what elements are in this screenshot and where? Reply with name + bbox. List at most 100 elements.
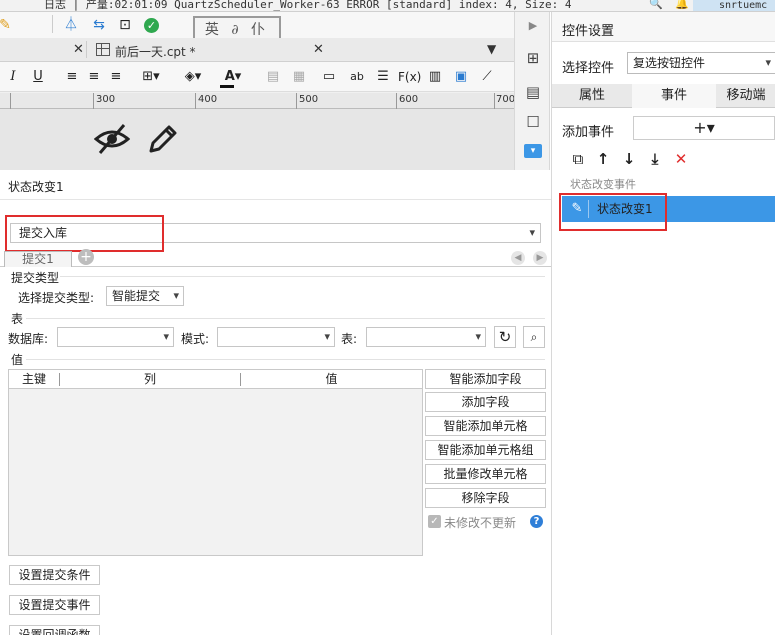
refresh-button[interactable]: ↻ [494,326,516,348]
event-panel-icon[interactable]: ▾ [524,144,542,158]
bell-icon[interactable]: 🔔 [675,0,689,10]
tab-mobile[interactable]: 移动端 [716,84,775,108]
align-left-icon[interactable]: ≡ [64,69,80,85]
tab-properties[interactable]: 属性 [552,84,632,108]
border-icon[interactable]: ⊞▾ [140,69,162,85]
delete-icon[interactable]: ✕ [671,149,691,169]
divider [26,359,545,360]
set-submit-condition-button[interactable]: 设置提交条件 [9,565,100,585]
editor-area: ✎ ⏃ ⇆ ⊡ ✓ 英 ∂ 仆 ✕ 前后一天.cpt * ✕ ▼ I U ≡ ≡… [0,12,516,170]
tab-submit-1[interactable]: 提交1 [4,251,72,267]
add-field-button[interactable]: 添加字段 [425,392,546,412]
tab-file-name[interactable]: 前后一天.cpt * [115,43,196,60]
ruler-tick [296,93,297,109]
smart-add-cell-group-button[interactable]: 智能添加单元格组 [425,440,546,460]
chevron-down-icon: ▾ [163,330,169,343]
slash-icon[interactable]: ⟋ [478,69,496,85]
help-icon[interactable]: ? [530,515,543,528]
copy-icon[interactable]: ⧉ [568,149,588,169]
mode-select[interactable]: ▾ [217,327,335,347]
swap-icon[interactable]: ⇆ [90,16,108,34]
smart-add-cell-button[interactable]: 智能添加单元格 [425,416,546,436]
widget-preview-area [0,109,514,170]
tab-menu-icon[interactable]: ▼ [487,42,496,56]
value-heading: 值 [11,353,24,367]
move-bottom-icon[interactable]: ⤓ [645,149,665,169]
breadcrumb: 状态改变1 [0,170,551,200]
italic-icon[interactable]: I [6,69,20,85]
add-tab-icon[interactable]: + [78,249,94,265]
formula-icon[interactable]: F(x) [398,69,421,85]
layout-icon[interactable]: ⊞ [523,48,543,68]
scroll-right-icon[interactable]: ▶ [533,251,547,265]
ruler-number: 600 [399,94,419,105]
side-toolbar: ▶ ⊞ ▤ ☐ ▾ [514,12,550,170]
table-label: 表: [341,332,358,346]
ruler-tick [494,93,495,109]
rich-text-icon[interactable]: ☰ [374,69,392,85]
submit-type-select[interactable]: 智能提交 ▾ [106,286,184,306]
table-header: 主键 列 值 [9,370,422,389]
chevron-down-icon: ▾ [765,56,771,69]
event-actions: ⧉ ↑ ↓ ⤓ ✕ [552,146,775,172]
image-icon[interactable]: ▣ [452,69,470,85]
underline-icon[interactable]: U [30,69,46,85]
check-icon[interactable]: ✓ [144,18,159,33]
submit-tabs: 提交1 + ◀ ▶ [0,249,551,267]
move-down-icon[interactable]: ↓ [619,149,639,169]
tab-events[interactable]: 事件 [632,84,716,108]
move-up-icon[interactable]: ↑ [593,149,613,169]
pencil-icon[interactable] [147,123,177,155]
chevron-down-icon: ▾ [324,330,330,343]
insert-row-icon[interactable]: ▤ [264,69,282,85]
highlight-box-event [559,193,667,231]
search-icon[interactable]: 🔍 [649,0,663,10]
remove-field-button[interactable]: 移除字段 [425,488,546,508]
file-tabs: ✕ 前后一天.cpt * ✕ ▼ [0,38,514,62]
username[interactable]: snrtuemc [693,0,775,11]
align-right-icon[interactable]: ≡ [108,69,124,85]
submit-type-label: 选择提交类型: [18,291,95,305]
database-select[interactable]: ▾ [57,327,174,347]
ruler-tick [396,93,397,109]
set-callback-button[interactable]: 设置回调函数 [9,625,100,635]
widget-info-icon[interactable]: ▤ [523,82,543,102]
unchanged-label: 未修改不更新 [444,516,517,530]
batch-edit-cell-button[interactable]: 批量修改单元格 [425,464,546,484]
submit-type-heading: 提交类型 [11,271,60,285]
close-icon[interactable]: ✕ [313,42,324,57]
add-event-label: 添加事件 [562,125,615,140]
column-header-column[interactable]: 列 [60,370,240,389]
collapse-arrow-icon[interactable]: ▶ [523,16,543,36]
scroll-left-icon[interactable]: ◀ [511,251,525,265]
preview-icon[interactable]: ⊡ [116,16,134,34]
font-color-icon[interactable]: A▾ [218,69,248,85]
text-cell-icon[interactable]: ▭ [320,69,338,85]
chevron-down-icon: ▾ [173,289,179,302]
smart-add-field-button[interactable]: 智能添加字段 [425,369,546,389]
frame-icon[interactable]: ☐ [523,112,543,132]
close-icon[interactable]: ✕ [73,42,84,57]
ab-text-icon[interactable]: ab [348,69,366,85]
table-select[interactable]: ▾ [366,327,486,347]
preview-table-button[interactable]: ⌕ [523,326,545,348]
table-heading: 表 [11,312,24,326]
ruler-number: 700 [496,94,516,105]
align-center-icon[interactable]: ≡ [86,69,102,85]
filter-icon[interactable]: ⏃ [62,16,80,34]
insert-col-icon[interactable]: ▦ [290,69,308,85]
log-text: 日志 | 产量:02:01:09 QuartzScheduler_Worker-… [44,0,572,11]
fill-color-icon[interactable]: ◈▾ [178,69,208,85]
column-header-value[interactable]: 值 [241,370,422,389]
column-header-key[interactable]: 主键 [9,370,59,389]
add-event-button[interactable]: +▾ [633,116,775,140]
chart-icon[interactable]: ▥ [426,69,444,85]
chevron-down-icon: ▾ [529,226,535,239]
select-widget-dropdown[interactable]: 复选按钮控件 ▾ [627,52,775,74]
unchanged-checkbox[interactable]: ✓ [428,515,441,528]
ruler-tick [195,93,196,109]
breadcrumb-label: 状态改变1 [8,180,64,194]
eye-slash-icon[interactable] [94,123,130,155]
brush-icon[interactable]: ✎ [0,16,14,34]
set-submit-event-button[interactable]: 设置提交事件 [9,595,100,615]
